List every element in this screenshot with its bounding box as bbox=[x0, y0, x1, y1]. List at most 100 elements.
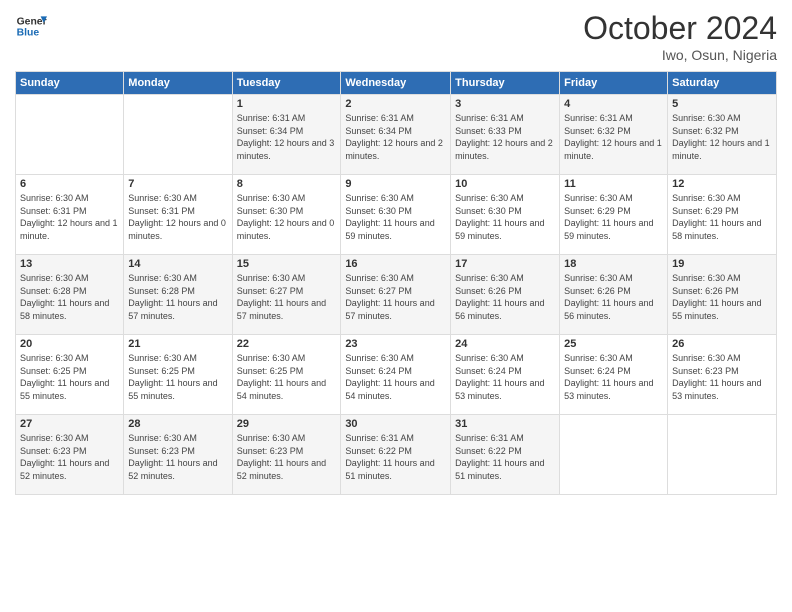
day-number: 28 bbox=[128, 418, 227, 430]
day-number: 12 bbox=[672, 178, 772, 190]
location: Iwo, Osun, Nigeria bbox=[583, 47, 777, 63]
day-number: 24 bbox=[455, 338, 555, 350]
day-number: 15 bbox=[237, 258, 337, 270]
calendar-cell: 24 Sunrise: 6:30 AMSunset: 6:24 PMDaylig… bbox=[451, 335, 560, 415]
calendar-cell: 27 Sunrise: 6:30 AMSunset: 6:23 PMDaylig… bbox=[16, 415, 124, 495]
table-row: 6 Sunrise: 6:30 AMSunset: 6:31 PMDayligh… bbox=[16, 175, 777, 255]
calendar-cell: 8 Sunrise: 6:30 AMSunset: 6:30 PMDayligh… bbox=[232, 175, 341, 255]
calendar-cell: 6 Sunrise: 6:30 AMSunset: 6:31 PMDayligh… bbox=[16, 175, 124, 255]
cell-details: Sunrise: 6:30 AMSunset: 6:29 PMDaylight:… bbox=[564, 192, 663, 242]
cell-details: Sunrise: 6:31 AMSunset: 6:22 PMDaylight:… bbox=[455, 432, 555, 482]
col-sunday: Sunday bbox=[16, 72, 124, 95]
day-number: 6 bbox=[20, 178, 119, 190]
day-number: 4 bbox=[564, 98, 663, 110]
cell-details: Sunrise: 6:30 AMSunset: 6:26 PMDaylight:… bbox=[672, 272, 772, 322]
table-row: 20 Sunrise: 6:30 AMSunset: 6:25 PMDaylig… bbox=[16, 335, 777, 415]
month-title: October 2024 bbox=[583, 10, 777, 47]
day-number: 11 bbox=[564, 178, 663, 190]
cell-details: Sunrise: 6:31 AMSunset: 6:33 PMDaylight:… bbox=[455, 112, 555, 162]
day-number: 5 bbox=[672, 98, 772, 110]
calendar-cell bbox=[668, 415, 777, 495]
day-number: 1 bbox=[237, 98, 337, 110]
col-tuesday: Tuesday bbox=[232, 72, 341, 95]
calendar-cell: 5 Sunrise: 6:30 AMSunset: 6:32 PMDayligh… bbox=[668, 95, 777, 175]
cell-details: Sunrise: 6:31 AMSunset: 6:34 PMDaylight:… bbox=[345, 112, 446, 162]
title-block: October 2024 Iwo, Osun, Nigeria bbox=[583, 10, 777, 63]
logo-icon: General Blue bbox=[15, 10, 47, 42]
cell-details: Sunrise: 6:30 AMSunset: 6:30 PMDaylight:… bbox=[455, 192, 555, 242]
calendar-cell bbox=[16, 95, 124, 175]
calendar-cell: 13 Sunrise: 6:30 AMSunset: 6:28 PMDaylig… bbox=[16, 255, 124, 335]
day-number: 25 bbox=[564, 338, 663, 350]
calendar-cell: 21 Sunrise: 6:30 AMSunset: 6:25 PMDaylig… bbox=[124, 335, 232, 415]
header-row: Sunday Monday Tuesday Wednesday Thursday… bbox=[16, 72, 777, 95]
cell-details: Sunrise: 6:30 AMSunset: 6:26 PMDaylight:… bbox=[455, 272, 555, 322]
calendar-cell: 15 Sunrise: 6:30 AMSunset: 6:27 PMDaylig… bbox=[232, 255, 341, 335]
day-number: 2 bbox=[345, 98, 446, 110]
calendar-cell: 14 Sunrise: 6:30 AMSunset: 6:28 PMDaylig… bbox=[124, 255, 232, 335]
calendar-table: Sunday Monday Tuesday Wednesday Thursday… bbox=[15, 71, 777, 495]
day-number: 21 bbox=[128, 338, 227, 350]
day-number: 14 bbox=[128, 258, 227, 270]
day-number: 16 bbox=[345, 258, 446, 270]
day-number: 17 bbox=[455, 258, 555, 270]
page-header: General Blue October 2024 Iwo, Osun, Nig… bbox=[15, 10, 777, 63]
cell-details: Sunrise: 6:31 AMSunset: 6:32 PMDaylight:… bbox=[564, 112, 663, 162]
cell-details: Sunrise: 6:30 AMSunset: 6:23 PMDaylight:… bbox=[237, 432, 337, 482]
cell-details: Sunrise: 6:30 AMSunset: 6:28 PMDaylight:… bbox=[128, 272, 227, 322]
cell-details: Sunrise: 6:30 AMSunset: 6:27 PMDaylight:… bbox=[345, 272, 446, 322]
calendar-cell: 26 Sunrise: 6:30 AMSunset: 6:23 PMDaylig… bbox=[668, 335, 777, 415]
col-monday: Monday bbox=[124, 72, 232, 95]
cell-details: Sunrise: 6:30 AMSunset: 6:32 PMDaylight:… bbox=[672, 112, 772, 162]
calendar-page: General Blue October 2024 Iwo, Osun, Nig… bbox=[0, 0, 792, 612]
day-number: 19 bbox=[672, 258, 772, 270]
day-number: 13 bbox=[20, 258, 119, 270]
day-number: 22 bbox=[237, 338, 337, 350]
calendar-cell: 3 Sunrise: 6:31 AMSunset: 6:33 PMDayligh… bbox=[451, 95, 560, 175]
cell-details: Sunrise: 6:30 AMSunset: 6:25 PMDaylight:… bbox=[128, 352, 227, 402]
day-number: 18 bbox=[564, 258, 663, 270]
calendar-cell bbox=[124, 95, 232, 175]
col-wednesday: Wednesday bbox=[341, 72, 451, 95]
cell-details: Sunrise: 6:30 AMSunset: 6:26 PMDaylight:… bbox=[564, 272, 663, 322]
calendar-cell: 16 Sunrise: 6:30 AMSunset: 6:27 PMDaylig… bbox=[341, 255, 451, 335]
day-number: 20 bbox=[20, 338, 119, 350]
svg-text:Blue: Blue bbox=[17, 28, 40, 39]
cell-details: Sunrise: 6:30 AMSunset: 6:24 PMDaylight:… bbox=[345, 352, 446, 402]
cell-details: Sunrise: 6:30 AMSunset: 6:30 PMDaylight:… bbox=[237, 192, 337, 242]
day-number: 10 bbox=[455, 178, 555, 190]
calendar-cell: 17 Sunrise: 6:30 AMSunset: 6:26 PMDaylig… bbox=[451, 255, 560, 335]
calendar-cell: 1 Sunrise: 6:31 AMSunset: 6:34 PMDayligh… bbox=[232, 95, 341, 175]
calendar-cell: 18 Sunrise: 6:30 AMSunset: 6:26 PMDaylig… bbox=[560, 255, 668, 335]
cell-details: Sunrise: 6:31 AMSunset: 6:22 PMDaylight:… bbox=[345, 432, 446, 482]
cell-details: Sunrise: 6:30 AMSunset: 6:24 PMDaylight:… bbox=[564, 352, 663, 402]
calendar-cell: 7 Sunrise: 6:30 AMSunset: 6:31 PMDayligh… bbox=[124, 175, 232, 255]
col-friday: Friday bbox=[560, 72, 668, 95]
cell-details: Sunrise: 6:30 AMSunset: 6:23 PMDaylight:… bbox=[672, 352, 772, 402]
calendar-cell: 4 Sunrise: 6:31 AMSunset: 6:32 PMDayligh… bbox=[560, 95, 668, 175]
logo: General Blue bbox=[15, 10, 47, 42]
calendar-cell: 31 Sunrise: 6:31 AMSunset: 6:22 PMDaylig… bbox=[451, 415, 560, 495]
cell-details: Sunrise: 6:30 AMSunset: 6:28 PMDaylight:… bbox=[20, 272, 119, 322]
col-thursday: Thursday bbox=[451, 72, 560, 95]
day-number: 7 bbox=[128, 178, 227, 190]
table-row: 13 Sunrise: 6:30 AMSunset: 6:28 PMDaylig… bbox=[16, 255, 777, 335]
calendar-cell: 22 Sunrise: 6:30 AMSunset: 6:25 PMDaylig… bbox=[232, 335, 341, 415]
calendar-cell: 30 Sunrise: 6:31 AMSunset: 6:22 PMDaylig… bbox=[341, 415, 451, 495]
calendar-cell: 25 Sunrise: 6:30 AMSunset: 6:24 PMDaylig… bbox=[560, 335, 668, 415]
cell-details: Sunrise: 6:30 AMSunset: 6:24 PMDaylight:… bbox=[455, 352, 555, 402]
calendar-cell: 12 Sunrise: 6:30 AMSunset: 6:29 PMDaylig… bbox=[668, 175, 777, 255]
table-row: 1 Sunrise: 6:31 AMSunset: 6:34 PMDayligh… bbox=[16, 95, 777, 175]
cell-details: Sunrise: 6:30 AMSunset: 6:31 PMDaylight:… bbox=[20, 192, 119, 242]
table-row: 27 Sunrise: 6:30 AMSunset: 6:23 PMDaylig… bbox=[16, 415, 777, 495]
day-number: 30 bbox=[345, 418, 446, 430]
calendar-cell: 28 Sunrise: 6:30 AMSunset: 6:23 PMDaylig… bbox=[124, 415, 232, 495]
cell-details: Sunrise: 6:30 AMSunset: 6:25 PMDaylight:… bbox=[237, 352, 337, 402]
day-number: 31 bbox=[455, 418, 555, 430]
calendar-cell: 9 Sunrise: 6:30 AMSunset: 6:30 PMDayligh… bbox=[341, 175, 451, 255]
cell-details: Sunrise: 6:30 AMSunset: 6:23 PMDaylight:… bbox=[20, 432, 119, 482]
calendar-cell bbox=[560, 415, 668, 495]
calendar-cell: 19 Sunrise: 6:30 AMSunset: 6:26 PMDaylig… bbox=[668, 255, 777, 335]
col-saturday: Saturday bbox=[668, 72, 777, 95]
day-number: 26 bbox=[672, 338, 772, 350]
